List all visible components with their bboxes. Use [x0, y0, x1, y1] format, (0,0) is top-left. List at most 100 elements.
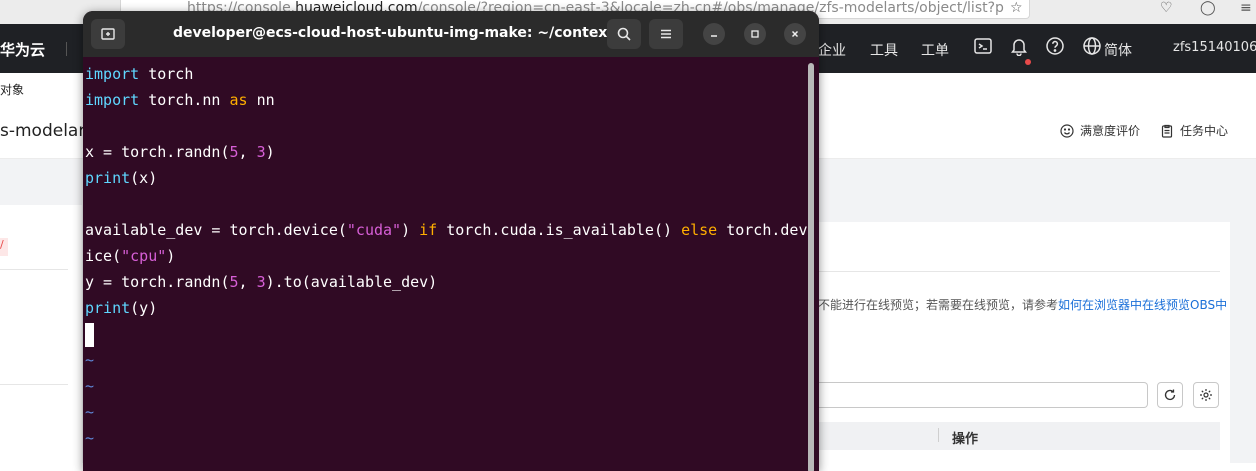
maximize-button[interactable]: [744, 23, 766, 45]
hamburger-menu-button[interactable]: [649, 19, 683, 49]
code-token: ,: [238, 143, 257, 161]
preview-help-link[interactable]: 如何在浏览器中在线预览OBS中: [1058, 298, 1227, 312]
code-line: import torch.nn as nn: [85, 87, 805, 113]
code-token: else: [681, 221, 718, 239]
close-icon: [791, 30, 799, 38]
bookmark-star-icon[interactable]: ☆: [1010, 0, 1023, 16]
left-divider: [0, 269, 68, 270]
code-token: ).to(available_dev): [265, 273, 438, 291]
huawei-cloud-logo[interactable]: 华为云: [0, 39, 45, 60]
settings-button[interactable]: [1193, 382, 1219, 408]
satisfaction-link[interactable]: 满意度评价: [1060, 122, 1140, 139]
globe-icon[interactable]: [1082, 36, 1102, 56]
terminal-icon[interactable]: [973, 36, 993, 56]
preview-hint: 不能进行在线预览；若需要在线预览，请参考如何在浏览器中在线预览OBS中: [818, 296, 1227, 313]
new-tab-button[interactable]: [91, 19, 125, 49]
terminal-title: developer@ecs-cloud-host-ubuntu-img-make…: [173, 25, 615, 41]
code-token: print: [85, 299, 131, 317]
terminal-scrollbar[interactable]: [805, 61, 817, 471]
code-token: (y): [130, 299, 158, 317]
code-line: available_dev = torch.device("cuda") if …: [85, 217, 808, 243]
left-panel: /: [0, 205, 82, 463]
notification-badge: [1025, 59, 1031, 65]
code-line: import torch: [85, 61, 805, 87]
code-token: torch.cuda.is_available(): [437, 221, 682, 239]
help-icon[interactable]: [1045, 36, 1065, 56]
clipboard-icon: [1161, 124, 1173, 138]
code-token: "cpu": [121, 247, 167, 265]
left-divider: [0, 384, 68, 385]
new-tab-icon: [101, 28, 115, 40]
code-line: ice("cpu"): [85, 243, 805, 269]
code-token: 3: [256, 143, 266, 161]
code-token: 5: [229, 273, 239, 291]
column-header-actions: 操作: [952, 432, 979, 447]
nav-item-enterprise[interactable]: 企业: [818, 40, 846, 60]
nav-item-tools[interactable]: 工具: [870, 40, 898, 60]
code-line: print(y): [85, 295, 805, 321]
maximize-icon: [751, 30, 759, 38]
language-switch[interactable]: 简体: [1104, 40, 1132, 60]
object-search-input[interactable]: [818, 382, 1148, 408]
empty-line-marker: ~: [85, 351, 95, 369]
search-button[interactable]: [607, 19, 641, 49]
empty-line-marker: ~: [85, 377, 95, 395]
minimize-button[interactable]: [703, 23, 725, 45]
nav-item-tickets[interactable]: 工单: [921, 40, 949, 60]
refresh-button[interactable]: [1157, 382, 1183, 408]
close-button[interactable]: [784, 23, 806, 45]
bell-icon[interactable]: [1009, 36, 1029, 57]
code-token: "cuda": [346, 221, 402, 239]
code-token: ): [166, 247, 176, 265]
account-icon[interactable]: ◯: [1200, 0, 1216, 16]
code-token: torch: [139, 65, 194, 83]
code-token: import: [85, 65, 140, 83]
code-token: 3: [256, 273, 266, 291]
code-token: available_dev = torch.device(: [85, 221, 347, 239]
nav-divider: [66, 42, 67, 56]
search-icon: [617, 27, 631, 41]
terminal-editor[interactable]: import torch import torch.nn as nn x = to…: [85, 61, 808, 471]
empty-line-marker: ~: [85, 403, 95, 421]
code-token: if: [419, 221, 438, 239]
code-token: x = torch.randn(: [85, 143, 230, 161]
gear-icon: [1200, 389, 1212, 401]
menu-icon[interactable]: ≡: [1240, 0, 1252, 16]
code-token: torch.nn: [139, 91, 230, 109]
text-cursor: [85, 322, 94, 347]
code-token: as: [229, 91, 248, 109]
empty-line-marker: ~: [85, 429, 95, 447]
account-name[interactable]: zfs151401061: [1173, 40, 1256, 55]
code-line: x = torch.randn(5, 3): [85, 139, 805, 165]
terminal-window[interactable]: developer@ecs-cloud-host-ubuntu-img-make…: [83, 11, 819, 471]
terminal-titlebar[interactable]: developer@ecs-cloud-host-ubuntu-img-make…: [83, 11, 819, 57]
task-center-label: 任务中心: [1180, 124, 1229, 138]
code-token: print: [85, 169, 131, 187]
code-token: y = torch.randn(: [85, 273, 230, 291]
code-token: ): [265, 143, 275, 161]
code-line: y = torch.randn(5, 3).to(available_dev): [85, 269, 805, 295]
code-token: nn: [247, 91, 275, 109]
smile-icon: [1060, 123, 1074, 138]
code-token: 5: [229, 143, 239, 161]
breadcrumb[interactable]: 对象: [0, 81, 24, 98]
cursor-line: [85, 321, 805, 347]
code-token: ): [401, 221, 420, 239]
refresh-icon: [1164, 389, 1176, 401]
code-token: ice(: [85, 247, 122, 265]
scrollbar-thumb[interactable]: [808, 63, 814, 471]
code-token: torch.dev: [717, 221, 808, 239]
code-line: print(x): [85, 165, 805, 191]
code-token: import: [85, 91, 140, 109]
left-tag: /: [0, 238, 8, 256]
task-center-link[interactable]: 任务中心: [1160, 122, 1228, 139]
column-divider: [938, 428, 939, 442]
hamburger-icon: [661, 29, 671, 39]
preview-hint-text: 不能进行在线预览；若需要在线预览，请参考: [818, 298, 1059, 312]
pocket-icon[interactable]: ♡: [1160, 0, 1173, 16]
satisfaction-label: 满意度评价: [1080, 124, 1141, 138]
code-token: (x): [130, 169, 158, 187]
table-header: [818, 422, 1220, 450]
